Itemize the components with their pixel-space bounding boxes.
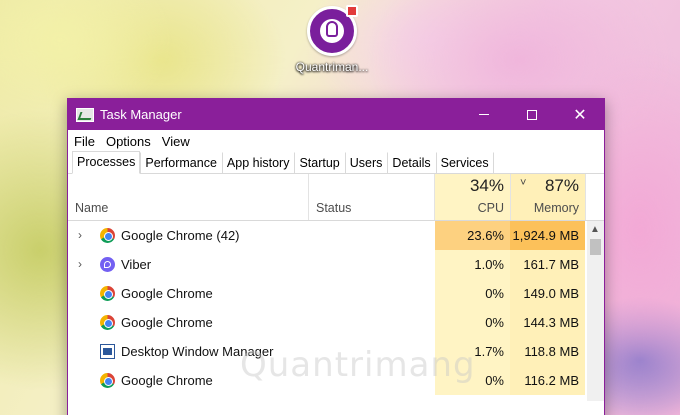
process-memory: 118.8 MB [510, 337, 585, 366]
process-memory: 116.2 MB [510, 366, 585, 395]
maximize-icon [527, 109, 537, 120]
process-memory: 1,924.9 MB [510, 221, 585, 250]
process-name: Google Chrome (42) [121, 228, 240, 243]
process-cpu: 23.6% [435, 221, 510, 250]
process-row[interactable]: › Viber 1.0% 161.7 MB [68, 250, 604, 279]
desktop-shortcut-label: Quantriman... [295, 60, 369, 74]
tab-startup[interactable]: Startup [294, 152, 344, 173]
scrollbar-thumb[interactable] [590, 239, 601, 255]
tab-performance[interactable]: Performance [140, 152, 222, 173]
tab-app-history[interactable]: App history [221, 152, 295, 173]
process-list: › Google Chrome (42) 23.6% 1,924.9 MB › … [68, 221, 604, 401]
process-row[interactable]: › Google Chrome (42) 23.6% 1,924.9 MB [68, 221, 604, 250]
process-row[interactable]: Desktop Window Manager 1.7% 118.8 MB [68, 337, 604, 366]
process-name: Google Chrome [121, 315, 213, 330]
menu-options[interactable]: Options [106, 134, 151, 149]
minimize-icon [479, 114, 489, 115]
close-button[interactable]: ✕ [556, 99, 604, 130]
viber-icon [100, 257, 115, 272]
tab-strip: Processes Performance App history Startu… [68, 151, 604, 174]
process-memory: 144.3 MB [510, 308, 585, 337]
task-manager-icon [76, 107, 94, 122]
expand-chevron-icon[interactable]: › [78, 228, 82, 242]
desktop-window-manager-icon [100, 344, 115, 359]
process-cpu: 0% [435, 366, 510, 395]
process-row[interactable]: Google Chrome 0% 144.3 MB [68, 308, 604, 337]
cpu-total: 34% [469, 176, 504, 195]
expand-chevron-icon[interactable]: › [78, 257, 82, 271]
title-bar[interactable]: Task Manager ✕ [68, 99, 604, 130]
process-name: Desktop Window Manager [121, 344, 274, 359]
process-cpu: 0% [435, 279, 510, 308]
window-controls: ✕ [460, 99, 604, 130]
chrome-icon [100, 373, 115, 388]
menu-view[interactable]: View [162, 134, 190, 149]
memory-total: 87% [544, 176, 579, 195]
column-status[interactable]: Status [316, 201, 351, 215]
process-name: Google Chrome [121, 373, 213, 388]
process-memory: 161.7 MB [510, 250, 585, 279]
tab-details[interactable]: Details [387, 152, 435, 173]
chrome-icon [100, 315, 115, 330]
column-header: Name Status 34% CPU ˅ 87% Memory [68, 174, 604, 221]
process-name: Viber [121, 257, 152, 272]
menu-bar: File Options View [68, 130, 604, 152]
maximize-button[interactable] [508, 99, 556, 130]
process-row[interactable]: Google Chrome 0% 149.0 MB [68, 279, 604, 308]
task-manager-window: Task Manager ✕ File Options View Process… [67, 98, 605, 415]
window-title: Task Manager [100, 107, 182, 122]
close-icon: ✕ [573, 106, 587, 124]
process-cpu: 1.0% [435, 250, 510, 279]
chrome-icon [100, 228, 115, 243]
tab-processes[interactable]: Processes [72, 151, 141, 174]
tab-users[interactable]: Users [344, 152, 388, 173]
column-memory[interactable]: Memory [510, 201, 579, 215]
tab-services[interactable]: Services [435, 152, 494, 173]
column-cpu[interactable]: CPU [435, 201, 504, 215]
scroll-up-icon[interactable]: ▲ [590, 224, 600, 235]
process-memory: 149.0 MB [510, 279, 585, 308]
process-name: Google Chrome [121, 286, 213, 301]
process-cpu: 1.7% [435, 337, 510, 366]
desktop-shortcut-quantrimang[interactable]: Quantriman... [290, 5, 374, 74]
column-name[interactable]: Name [75, 201, 108, 215]
quantrimang-app-icon [307, 5, 358, 56]
process-row[interactable]: Google Chrome 0% 116.2 MB [68, 366, 604, 395]
chrome-icon [100, 286, 115, 301]
menu-file[interactable]: File [74, 134, 95, 149]
vertical-scrollbar[interactable]: ▲ [587, 221, 604, 401]
process-cpu: 0% [435, 308, 510, 337]
minimize-button[interactable] [460, 99, 508, 130]
